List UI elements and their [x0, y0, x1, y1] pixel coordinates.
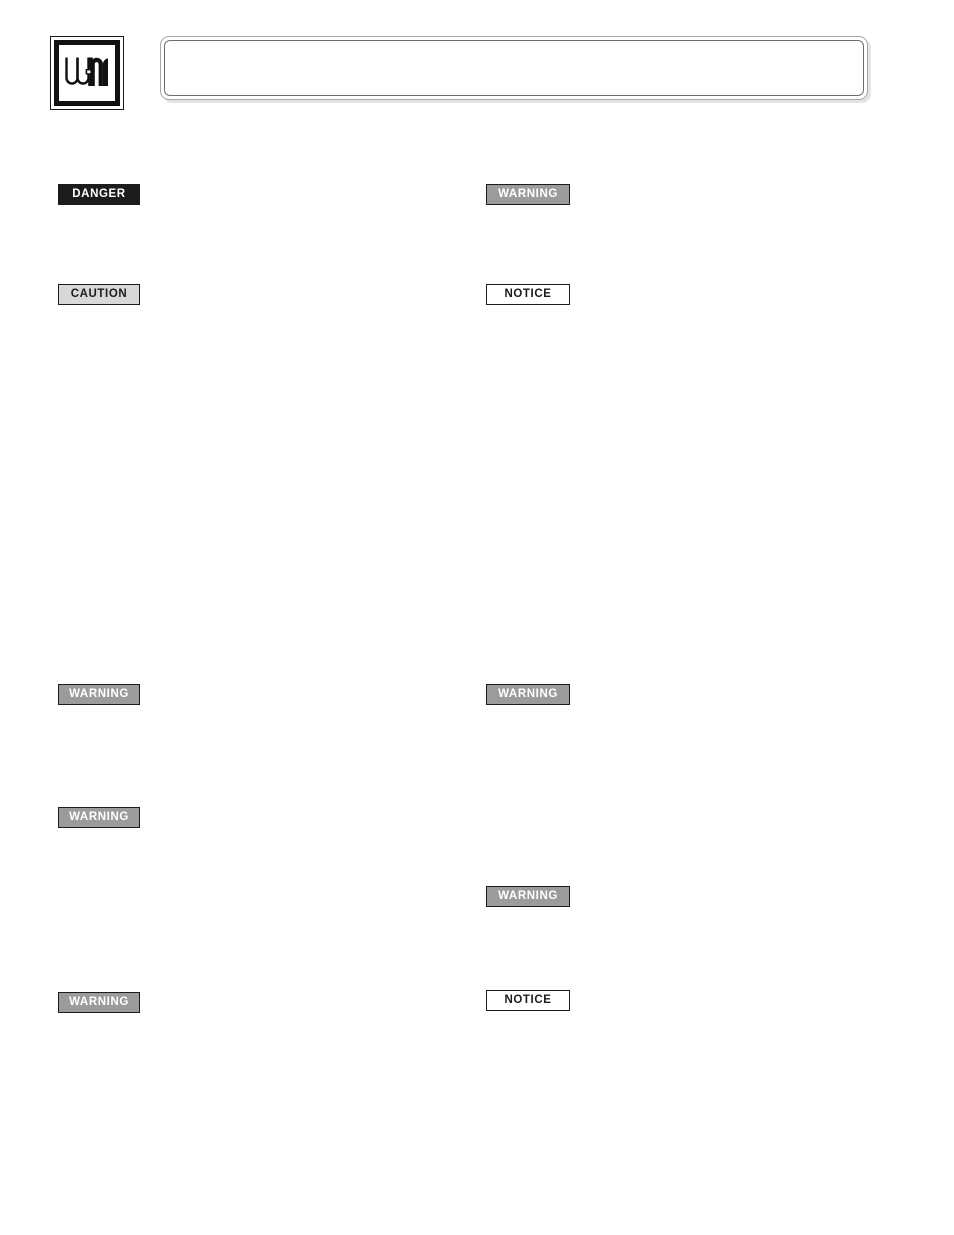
alert-badge-warning: WARNING — [58, 684, 140, 705]
document-page: DANGER WARNING CAUTION NOTICE WARNING WARNING… — [0, 0, 954, 1235]
alert-badge-warning: WARNING — [58, 992, 140, 1013]
alert-badge-danger: DANGER — [58, 184, 140, 205]
alert-badge-notice: NOTICE — [486, 284, 570, 305]
alert-badge-warning: WARNING — [486, 184, 570, 205]
alert-badge-notice: NOTICE — [486, 990, 570, 1011]
safety-alerts-area: DANGER WARNING CAUTION NOTICE WARNING WARNING… — [0, 0, 954, 1235]
alert-badge-warning: WARNING — [486, 684, 570, 705]
alert-badge-warning: WARNING — [58, 807, 140, 828]
alert-badge-caution: CAUTION — [58, 284, 140, 305]
alert-badge-warning: WARNING — [486, 886, 570, 907]
